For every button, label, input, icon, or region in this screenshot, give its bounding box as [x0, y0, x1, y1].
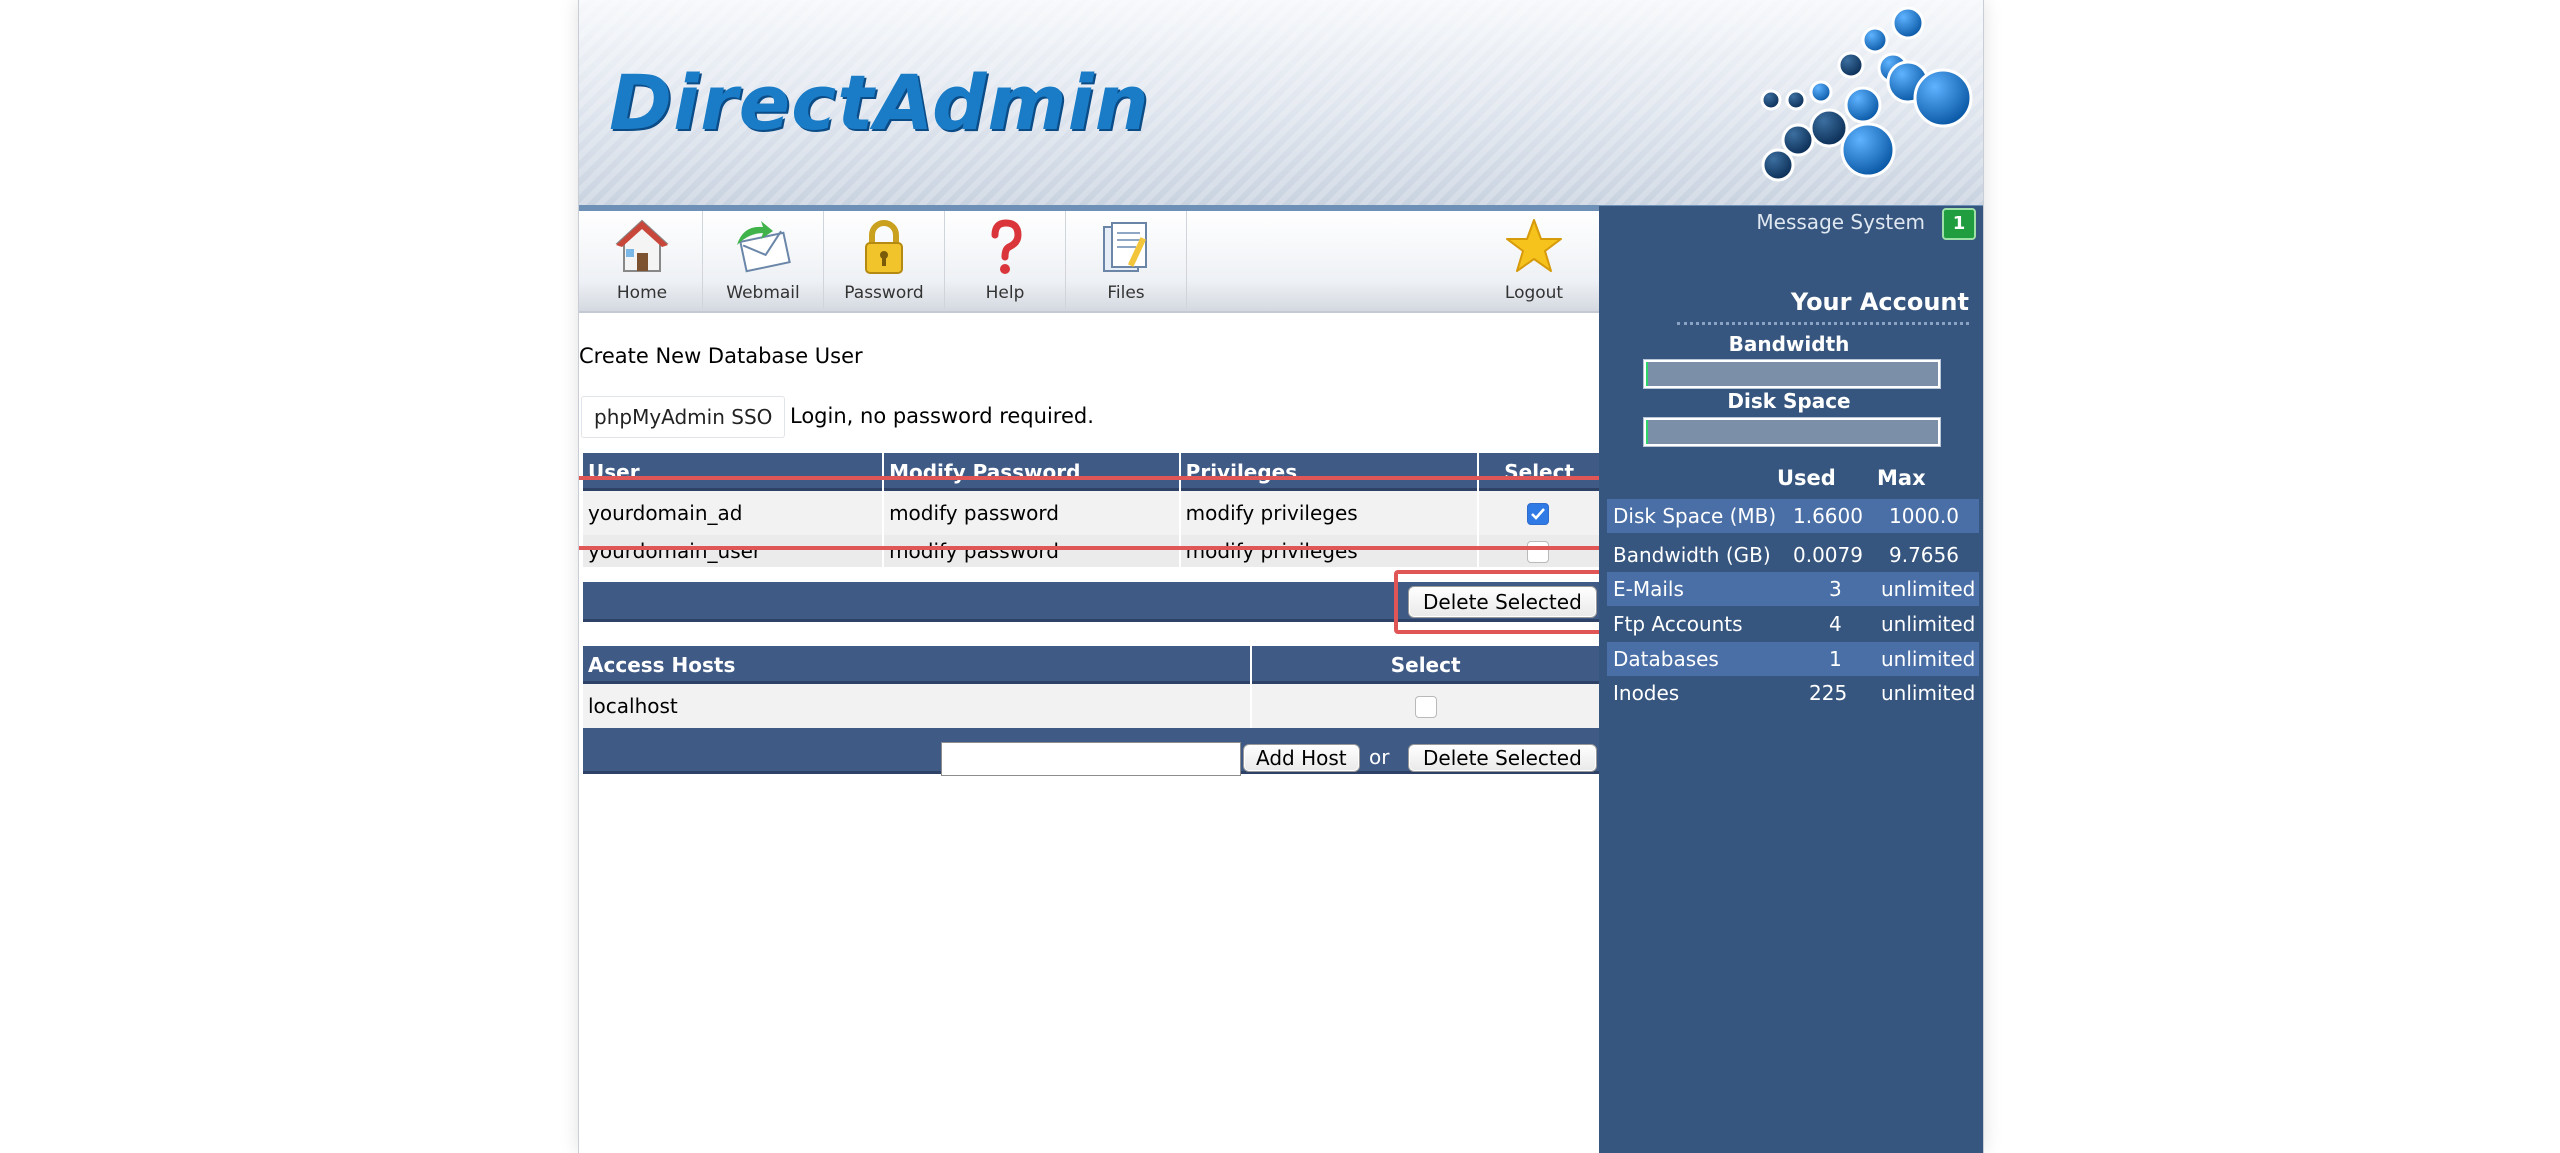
stat-label: Ftp Accounts [1613, 612, 1743, 636]
nav-logout[interactable]: Logout [1474, 211, 1594, 309]
table-row: localhost [583, 684, 1601, 728]
stat-row-disk-space: Disk Space (MB) 1.6600 1000.0 [1607, 499, 1979, 533]
col-header-select: Select [1252, 646, 1601, 684]
star-icon [1506, 219, 1562, 272]
stat-max: 1000.0 [1889, 504, 1959, 528]
page-container: DirectAdmin Home Webmail Password Help F… [578, 0, 1984, 1153]
account-sidebar: Message System 1 Your Account Bandwidth … [1599, 206, 1983, 1153]
help-icon [991, 219, 1022, 274]
top-navigation: Home Webmail Password Help Files Logout [579, 211, 1599, 313]
nav-help-label: Help [985, 283, 1025, 303]
highlight-delete-button [1394, 570, 1614, 634]
stat-used: 1.6600 [1793, 504, 1863, 528]
stat-max: unlimited [1881, 612, 1976, 636]
main-content: Create New Database User phpMyAdmin SSO … [579, 311, 1614, 1153]
highlight-selected-row [579, 476, 1614, 550]
stat-row-inodes: Inodes 225 unlimited [1607, 676, 1979, 710]
stat-used: 3 [1829, 577, 1842, 601]
nav-password[interactable]: Password [824, 211, 945, 309]
nav-files-label: Files [1107, 283, 1145, 303]
bandwidth-label: Bandwidth [1728, 332, 1850, 356]
nav-home-label: Home [616, 283, 668, 303]
or-text: or [1369, 745, 1390, 769]
stat-row-emails: E-Mails 3 unlimited [1607, 572, 1979, 606]
stat-row-bandwidth: Bandwidth (GB) 0.0079 9.7656 [1607, 538, 1979, 572]
stat-row-databases: Databases 1 unlimited [1607, 642, 1979, 676]
nav-help[interactable]: Help [945, 211, 1066, 309]
message-system-link[interactable]: Message System [1756, 210, 1925, 234]
stat-used: 0.0079 [1793, 543, 1863, 567]
stat-label: Disk Space (MB) [1613, 504, 1777, 528]
stat-used: 1 [1829, 647, 1842, 671]
nav-files[interactable]: Files [1066, 211, 1187, 309]
stats-header-max: Max [1877, 466, 1926, 490]
nav-home[interactable]: Home [582, 211, 703, 309]
disk-space-progress-bar [1643, 417, 1941, 447]
nav-password-label: Password [844, 283, 924, 303]
stat-label: Databases [1613, 647, 1719, 671]
stat-max: unlimited [1881, 647, 1976, 671]
sso-note: Login, no password required. [790, 404, 1094, 428]
stat-label: Inodes [1613, 681, 1680, 705]
divider [1677, 322, 1969, 325]
stat-label: Bandwidth (GB) [1613, 543, 1771, 567]
stat-used: 4 [1829, 612, 1842, 636]
directadmin-logo[interactable]: DirectAdmin [609, 58, 1150, 147]
select-cell [1252, 684, 1601, 728]
webmail-icon [737, 221, 791, 273]
nav-webmail[interactable]: Webmail [703, 211, 824, 309]
col-header-access-hosts: Access Hosts [583, 646, 1253, 684]
bubbles-logo-icon [1760, 6, 1973, 182]
add-host-button[interactable]: Add Host [1243, 744, 1360, 772]
stat-label: E-Mails [1613, 577, 1684, 601]
lock-icon [865, 220, 903, 274]
stat-used: 225 [1809, 681, 1848, 705]
host-select-checkbox[interactable] [1415, 696, 1438, 718]
bandwidth-progress-fill [1646, 362, 1648, 386]
your-account-title: Your Account [1790, 288, 1969, 316]
stat-max: 9.7656 [1889, 543, 1959, 567]
phpmyadmin-sso-button[interactable]: phpMyAdmin SSO [581, 396, 786, 438]
message-count-badge[interactable]: 1 [1942, 208, 1976, 240]
nav-webmail-label: Webmail [726, 283, 800, 303]
stat-max: unlimited [1881, 577, 1976, 601]
disk-space-label: Disk Space [1727, 389, 1851, 413]
bandwidth-progress-bar [1643, 359, 1941, 389]
disk-space-progress-fill [1646, 420, 1648, 444]
stat-row-ftp-accounts: Ftp Accounts 4 unlimited [1607, 607, 1979, 641]
host-name-cell: localhost [583, 684, 1253, 728]
page-title: Create New Database User [579, 344, 863, 368]
home-icon [615, 219, 669, 272]
nav-logout-label: Logout [1504, 283, 1564, 303]
header-banner: DirectAdmin [579, 0, 1983, 211]
stat-max: unlimited [1881, 681, 1976, 705]
host-input[interactable] [941, 742, 1241, 776]
files-icon [1103, 222, 1147, 272]
stats-header-used: Used [1777, 466, 1836, 490]
delete-selected-hosts-button[interactable]: Delete Selected [1408, 744, 1597, 772]
